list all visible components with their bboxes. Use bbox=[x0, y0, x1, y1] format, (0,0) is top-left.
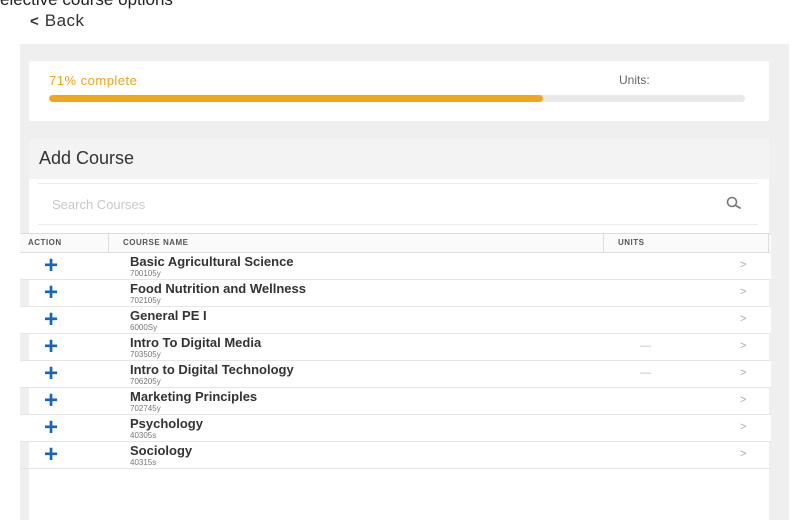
course-name: Intro To Digital Media bbox=[130, 335, 262, 350]
table-row[interactable]: + Intro To Digital Media 703505y — > bbox=[20, 334, 771, 361]
course-name-cell: Sociology 40315s bbox=[130, 443, 193, 468]
course-code: 40315s bbox=[130, 458, 157, 467]
course-units: — bbox=[640, 340, 651, 352]
course-name: Psychology bbox=[130, 416, 203, 431]
column-header-units: UNITS bbox=[604, 234, 769, 252]
units-label: Units: bbox=[619, 73, 650, 87]
course-code: 700105y bbox=[130, 269, 161, 278]
chevron-right-icon[interactable]: > bbox=[740, 340, 746, 352]
column-header-course-name: COURSE NAME bbox=[109, 234, 604, 252]
table-row[interactable]: + Basic Agricultural Science 700105y > bbox=[20, 253, 771, 280]
back-label: Back bbox=[44, 11, 85, 30]
main-panel: 71% complete Units: Add Course ACTION CO… bbox=[20, 44, 789, 520]
add-course-button[interactable]: + bbox=[20, 253, 104, 279]
add-course-button[interactable]: + bbox=[20, 415, 104, 441]
table-row[interactable]: + Food Nutrition and Wellness 702105y > bbox=[20, 280, 771, 307]
progress-card: 71% complete Units: bbox=[29, 61, 769, 121]
course-name-cell: General PE I 6000Sy bbox=[130, 308, 207, 333]
table-row[interactable]: + General PE I 6000Sy > bbox=[20, 307, 771, 334]
course-code: 6000Sy bbox=[130, 323, 158, 332]
course-code: 702105y bbox=[130, 296, 161, 305]
chevron-right-icon[interactable]: > bbox=[740, 286, 746, 298]
table-row[interactable]: + Psychology 40305s > bbox=[20, 415, 771, 442]
table-row[interactable]: + Sociology 40315s > bbox=[20, 442, 771, 469]
course-code: 706205y bbox=[130, 377, 161, 386]
chevron-right-icon[interactable]: > bbox=[740, 313, 746, 325]
progress-label: 71% complete bbox=[49, 73, 138, 88]
progress-bar bbox=[49, 95, 745, 102]
chevron-right-icon[interactable]: > bbox=[740, 421, 746, 433]
table-body: + Basic Agricultural Science 700105y > + Food… bbox=[20, 253, 771, 469]
chevron-right-icon[interactable]: > bbox=[740, 367, 746, 379]
table-header: ACTION COURSE NAME UNITS bbox=[20, 233, 771, 253]
chevron-right-icon[interactable]: > bbox=[740, 448, 746, 460]
add-course-title: Add Course bbox=[39, 148, 135, 168]
course-units: — bbox=[640, 367, 651, 379]
course-name: Sociology bbox=[130, 443, 193, 458]
course-code: 702745y bbox=[130, 404, 161, 413]
back-button[interactable]: < Back bbox=[30, 9, 85, 33]
course-name: Marketing Principles bbox=[130, 389, 258, 404]
chevron-right-icon[interactable]: > bbox=[740, 394, 746, 406]
table-row[interactable]: + Marketing Principles 702745y > bbox=[20, 388, 771, 415]
table-row[interactable]: + Intro to Digital Technology 706205y — > bbox=[20, 361, 771, 388]
course-name-cell: Basic Agricultural Science 700105y bbox=[130, 254, 294, 279]
search-bar bbox=[38, 183, 758, 225]
page-header-cut-text: elective course options bbox=[0, 0, 809, 10]
add-course-button[interactable]: + bbox=[20, 388, 104, 414]
course-table: ACTION COURSE NAME UNITS + Basic Agricult… bbox=[20, 233, 771, 469]
add-course-button[interactable]: + bbox=[20, 280, 104, 306]
progress-bar-fill bbox=[49, 95, 544, 102]
course-name: Basic Agricultural Science bbox=[130, 254, 294, 269]
add-course-header: Add Course bbox=[29, 139, 769, 179]
add-course-button[interactable]: + bbox=[20, 307, 104, 333]
course-name: Food Nutrition and Wellness bbox=[130, 281, 306, 296]
course-name: Intro to Digital Technology bbox=[130, 362, 294, 377]
course-name-cell: Psychology 40305s bbox=[130, 416, 203, 441]
add-course-button[interactable]: + bbox=[20, 361, 104, 387]
search-icon[interactable] bbox=[724, 194, 744, 214]
course-name-cell: Intro to Digital Technology 706205y bbox=[130, 362, 294, 387]
course-name: General PE I bbox=[130, 308, 207, 323]
course-code: 703505y bbox=[130, 350, 161, 359]
course-name-cell: Marketing Principles 702745y bbox=[130, 389, 258, 414]
column-header-action: ACTION bbox=[20, 234, 109, 252]
add-course-button[interactable]: + bbox=[20, 442, 104, 468]
chevron-left-icon: < bbox=[30, 12, 39, 30]
add-course-card: Add Course ACTION COURSE NAME UNITS + Bas… bbox=[20, 139, 771, 520]
course-name-cell: Intro To Digital Media 703505y bbox=[130, 335, 262, 360]
search-input[interactable] bbox=[50, 192, 694, 216]
course-code: 40305s bbox=[130, 431, 157, 440]
course-name-cell: Food Nutrition and Wellness 702105y bbox=[130, 281, 306, 306]
add-course-button[interactable]: + bbox=[20, 334, 104, 360]
chevron-right-icon[interactable]: > bbox=[740, 259, 746, 271]
